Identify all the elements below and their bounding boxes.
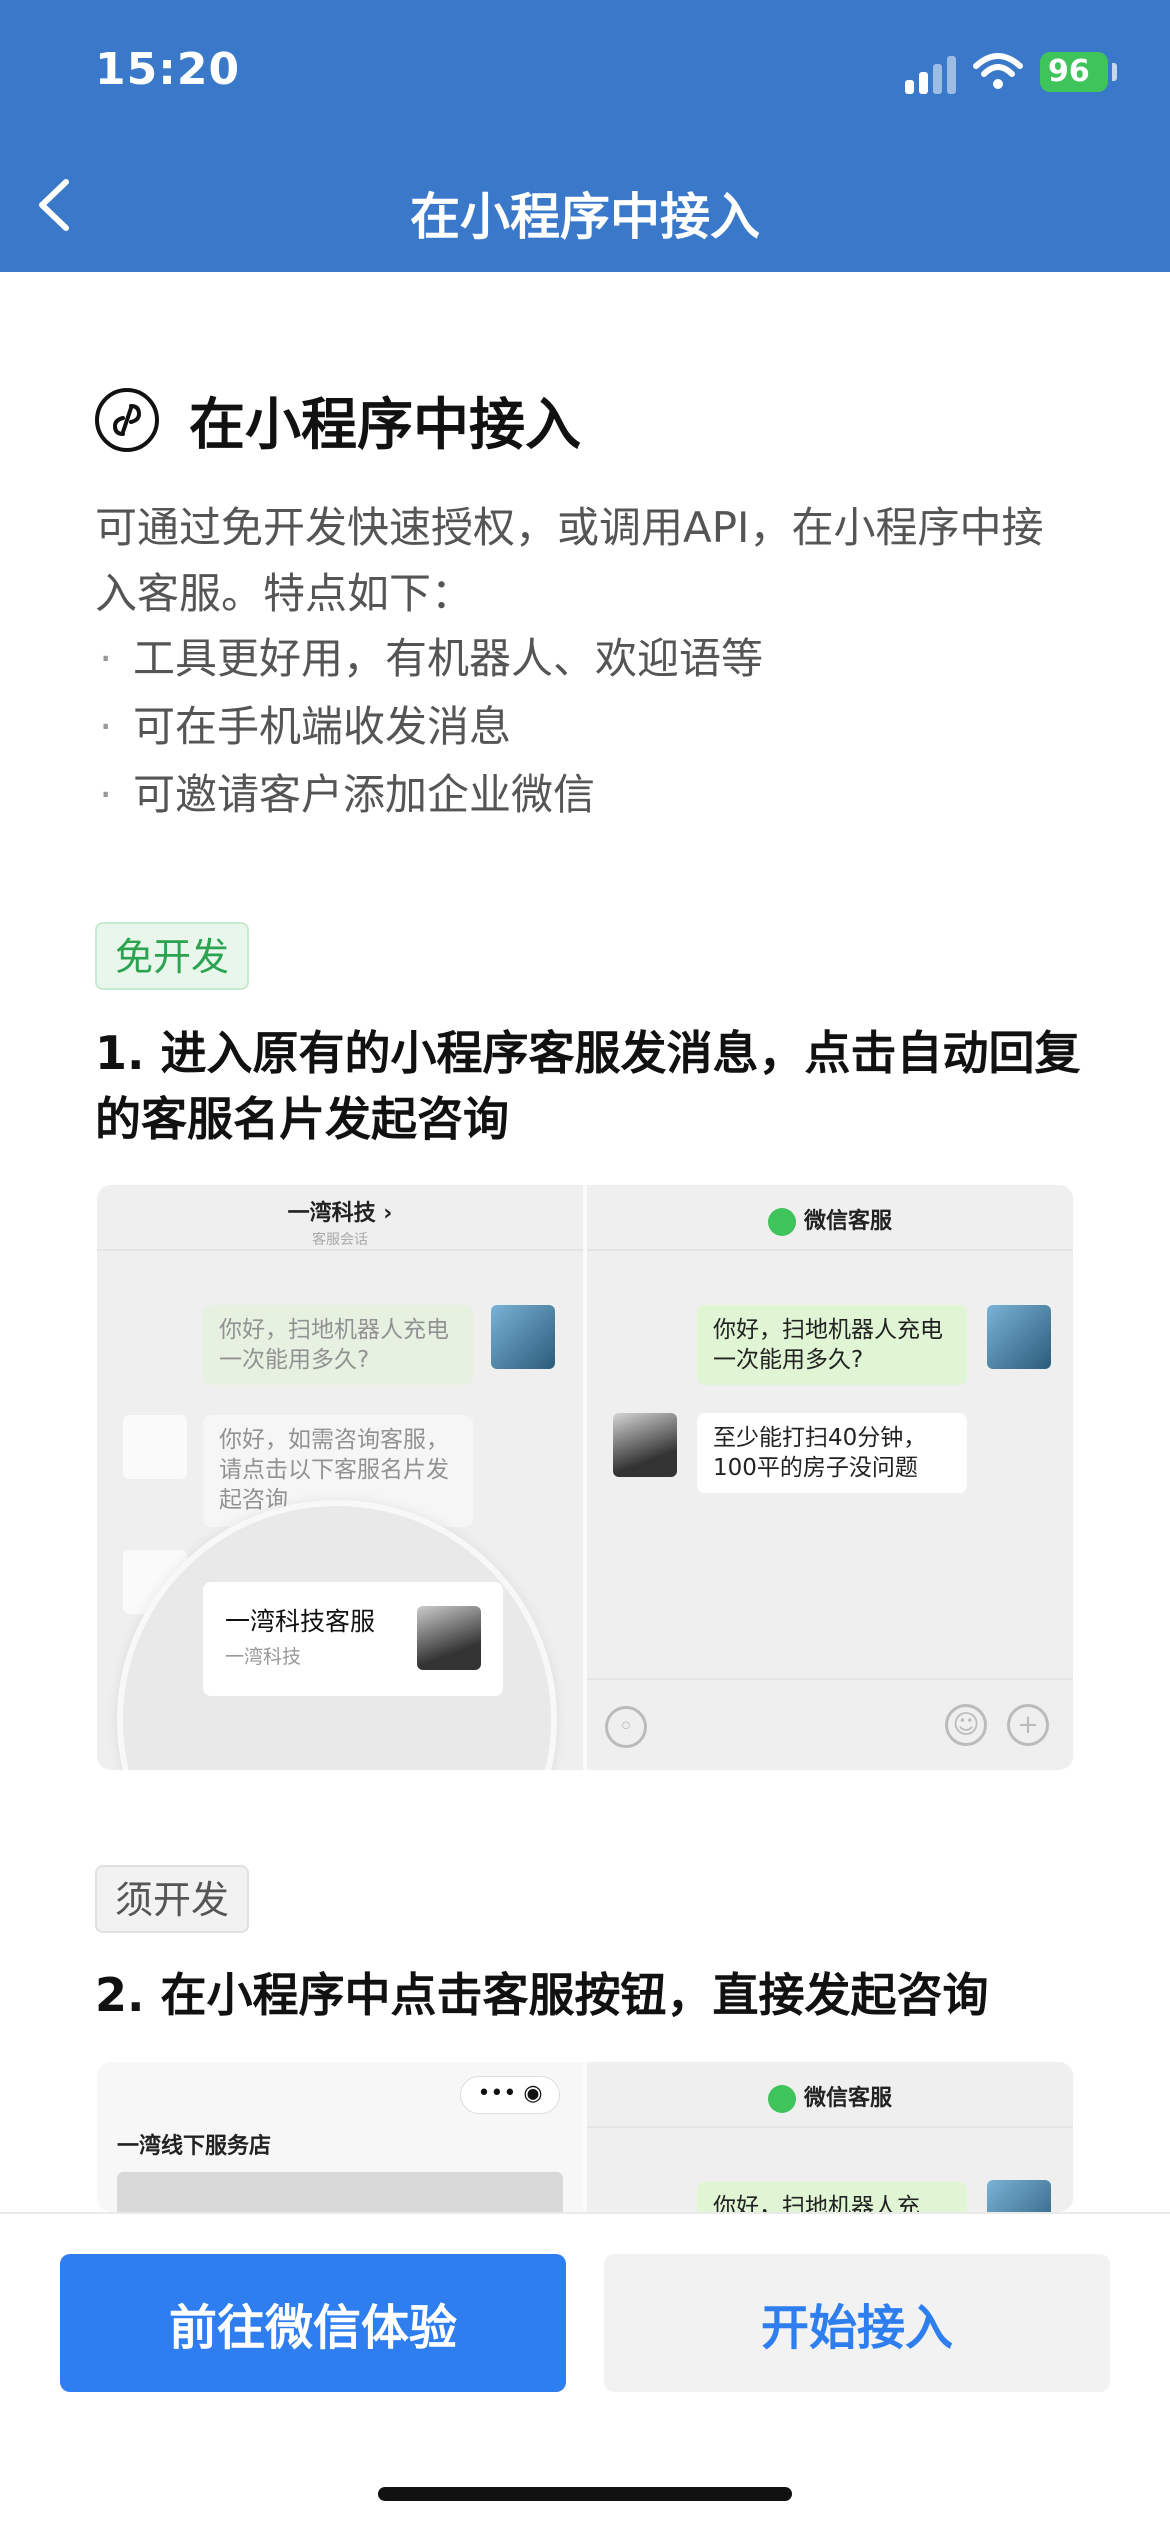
feature-item: 工具更好用，有机器人、欢迎语等 bbox=[95, 625, 1085, 693]
home-indicator bbox=[378, 2487, 792, 2501]
step2-title: 2. 在小程序中点击客服按钮，直接发起咨询 bbox=[95, 1968, 989, 2022]
try-in-wechat-button[interactable]: 前往微信体验 bbox=[60, 2254, 566, 2392]
user-avatar bbox=[987, 1305, 1051, 1369]
chat-header: 微信客服 bbox=[587, 2062, 1073, 2128]
no-dev-tag: 免开发 bbox=[95, 922, 250, 990]
plus-icon: + bbox=[1007, 1704, 1049, 1746]
store-name: 一湾线下服务店 bbox=[117, 2134, 272, 2159]
link-icon bbox=[95, 388, 159, 452]
user-avatar bbox=[491, 1305, 555, 1369]
page-title-row: 在小程序中接入 bbox=[95, 385, 581, 458]
feature-item: 可邀请客户添加企业微信 bbox=[95, 761, 1085, 829]
description: 可通过免开发快速授权，或调用API，在小程序中接入客服。特点如下： bbox=[95, 503, 1044, 618]
bottom-action-bar: 前往微信体验 开始接入 bbox=[0, 2212, 1170, 2532]
chat-subtitle: 客服会话 bbox=[312, 1232, 368, 1248]
user-message: 你好，扫地机器人充电一次能用多久? bbox=[697, 1305, 967, 1385]
wifi-icon bbox=[973, 53, 1023, 89]
cellular-signal-icon bbox=[905, 56, 957, 94]
emoji-icon: ☺ bbox=[945, 1704, 987, 1746]
start-integration-button[interactable]: 开始接入 bbox=[604, 2254, 1110, 2392]
wechat-icon bbox=[767, 1208, 796, 1236]
user-avatar bbox=[987, 2180, 1051, 2212]
feature-list: 工具更好用，有机器人、欢迎语等 可在手机端收发消息 可邀请客户添加企业微信 bbox=[95, 625, 1085, 829]
status-time: 15:20 bbox=[95, 44, 241, 95]
wechat-service-chat: 微信客服 你好，扫地机器人充 bbox=[587, 2062, 1073, 2212]
image-placeholder bbox=[117, 2172, 563, 2212]
voice-icon: ◦ bbox=[605, 1706, 647, 1748]
app-header: 15:20 96 在小程序中接入 bbox=[0, 0, 1170, 272]
wechat-icon bbox=[767, 2085, 796, 2113]
agent-reply: 至少能打扫40分钟，100平的房子没问题 bbox=[697, 1413, 967, 1493]
mini-program-chat: 一湾科技 › 客服会话 你好，扫地机器人充电一次能用多久? 你好，如需咨询客服，… bbox=[97, 1185, 583, 1770]
step1-title: 1. 进入原有的小程序客服发消息，点击自动回复的客服名片发起咨询 bbox=[95, 1026, 1081, 1146]
chat-title: 微信客服 bbox=[803, 2086, 892, 2111]
user-message: 你好，扫地机器人充电一次能用多久? bbox=[203, 1305, 473, 1385]
illustration-step1: 一湾科技 › 客服会话 你好，扫地机器人充电一次能用多久? 你好，如需咨询客服，… bbox=[97, 1185, 1073, 1770]
nav-title: 在小程序中接入 bbox=[410, 188, 760, 246]
chat-header: 一湾科技 › 客服会话 bbox=[97, 1185, 583, 1251]
card-name: 一湾科技客服 bbox=[225, 1607, 376, 1636]
dev-required-tag: 须开发 bbox=[95, 1865, 250, 1933]
bot-avatar bbox=[123, 1415, 187, 1479]
user-message: 你好，扫地机器人充 bbox=[697, 2182, 967, 2212]
battery-icon: 96 bbox=[1040, 52, 1108, 92]
card-company: 一湾科技 bbox=[225, 1646, 302, 1668]
battery-level: 96 bbox=[1048, 54, 1090, 89]
feature-item: 可在手机端收发消息 bbox=[95, 693, 1085, 761]
chat-header: 微信客服 bbox=[587, 1185, 1073, 1251]
illustration-step2: ••• ◉ 一湾线下服务店 微信客服 你好，扫地机器人充 bbox=[97, 2062, 1073, 2212]
chat-title: 微信客服 bbox=[803, 1209, 892, 1234]
battery-nub bbox=[1112, 63, 1117, 81]
wechat-service-chat: 微信客服 你好，扫地机器人充电一次能用多久? 至少能打扫40分钟，100平的房子… bbox=[587, 1185, 1073, 1770]
agent-avatar bbox=[613, 1413, 677, 1477]
card-avatar bbox=[417, 1606, 481, 1670]
service-card[interactable]: 一湾科技客服 一湾科技 bbox=[203, 1582, 503, 1696]
chat-title: 一湾科技 › bbox=[287, 1201, 393, 1226]
input-bar: ◦ ☺ + bbox=[587, 1678, 1073, 1770]
capsule-menu: ••• ◉ bbox=[460, 2076, 560, 2114]
page-title: 在小程序中接入 bbox=[189, 392, 581, 458]
mini-program-page: ••• ◉ 一湾线下服务店 bbox=[97, 2062, 583, 2212]
